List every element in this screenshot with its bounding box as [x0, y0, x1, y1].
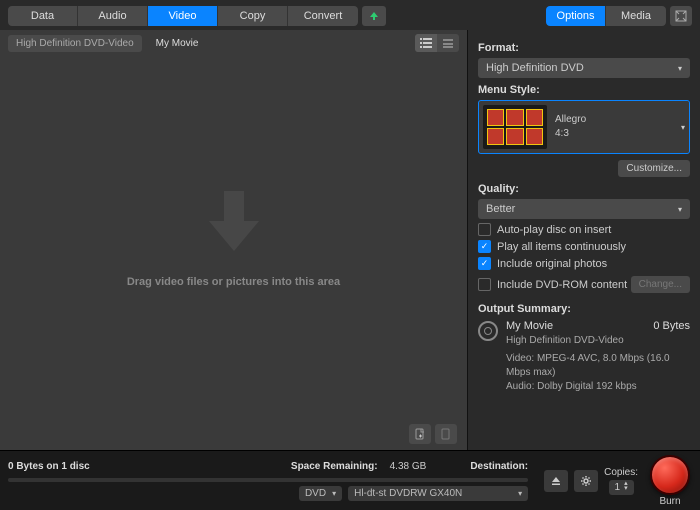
tab-audio[interactable]: Audio — [78, 6, 148, 26]
menustyle-selector[interactable]: Allegro 4:3 ▾ — [478, 100, 690, 154]
options-panel: Format: High Definition DVD ▾ Menu Style… — [468, 30, 700, 450]
format-dropdown[interactable]: High Definition DVD ▾ — [478, 58, 690, 78]
add-file-icon[interactable] — [409, 424, 431, 444]
tab-video[interactable]: Video — [148, 6, 218, 26]
tab-media[interactable]: Media — [606, 6, 666, 26]
checkbox-icon — [478, 278, 491, 291]
breadcrumb[interactable]: High Definition DVD-Video — [8, 35, 142, 52]
format-value: High Definition DVD — [486, 62, 584, 74]
project-title: My Movie — [148, 35, 207, 52]
tab-convert[interactable]: Convert — [288, 6, 358, 26]
menustyle-thumbnail — [483, 105, 547, 149]
quality-value: Better — [486, 203, 515, 215]
bytes-status: 0 Bytes on 1 disc — [8, 461, 90, 472]
copies-stepper[interactable]: 1 ▴▾ — [609, 480, 634, 495]
customize-button[interactable]: Customize... — [618, 160, 690, 177]
tab-copy[interactable]: Copy — [218, 6, 288, 26]
menustyle-label: Menu Style: — [478, 84, 690, 96]
destination-label: Destination: — [470, 461, 528, 472]
tab-data[interactable]: Data — [8, 6, 78, 26]
drop-area[interactable]: Drag video files or pictures into this a… — [0, 56, 467, 418]
drop-hint: Drag video files or pictures into this a… — [127, 276, 340, 288]
menustyle-info: Allegro 4:3 — [555, 113, 673, 141]
gear-icon[interactable] — [574, 470, 598, 492]
origphotos-checkbox[interactable]: ✓ Include original photos — [478, 257, 690, 270]
quality-label: Quality: — [478, 183, 690, 195]
upload-icon[interactable] — [362, 6, 386, 26]
caret-icon: ▾ — [678, 205, 682, 214]
quality-dropdown[interactable]: Better ▾ — [478, 199, 690, 219]
caret-icon: ▾ — [678, 64, 682, 73]
autoplay-checkbox[interactable]: Auto-play disc on insert — [478, 223, 690, 236]
main-tab-group: Data Audio Video Copy Convert — [8, 6, 358, 26]
caret-icon: ▾ — [681, 123, 685, 132]
grid-view-icon[interactable] — [437, 34, 459, 52]
disc-type-dropdown[interactable]: DVD▾ — [299, 486, 342, 501]
disc-icon — [478, 321, 498, 341]
space-value: 4.38 GB — [390, 461, 427, 472]
summary-text: My Movie 0 Bytes High Definition DVD-Vid… — [506, 319, 690, 394]
destination-dropdown[interactable]: Hl-dt-st DVDRW GX40N▾ — [348, 486, 528, 501]
format-label: Format: — [478, 42, 690, 54]
copies-label: Copies: — [604, 467, 638, 478]
space-label: Space Remaining: — [291, 461, 378, 472]
list-view-icon[interactable] — [415, 34, 437, 52]
burn-label: Burn — [659, 496, 680, 507]
tab-options[interactable]: Options — [546, 6, 606, 26]
burn-button[interactable] — [650, 455, 690, 495]
arrow-down-icon — [204, 186, 264, 256]
add-folder-icon[interactable] — [435, 424, 457, 444]
summary-label: Output Summary: — [478, 303, 690, 315]
expand-icon[interactable] — [670, 6, 692, 26]
change-button: Change... — [631, 276, 690, 293]
checkbox-icon — [478, 223, 491, 236]
playall-checkbox[interactable]: ✓ Play all items continuously — [478, 240, 690, 253]
view-toggle — [415, 34, 459, 52]
space-progress — [8, 478, 528, 482]
checkbox-icon: ✓ — [478, 240, 491, 253]
dvdrom-checkbox[interactable]: Include DVD-ROM content — [478, 278, 627, 291]
side-tab-group: Options Media — [546, 6, 666, 26]
eject-icon[interactable] — [544, 470, 568, 492]
checkbox-icon: ✓ — [478, 257, 491, 270]
